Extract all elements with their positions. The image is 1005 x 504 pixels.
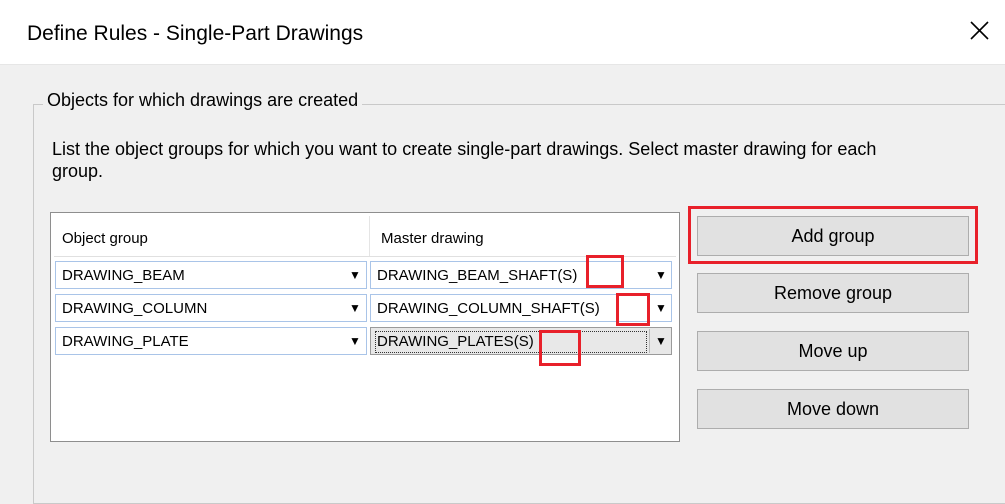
object-group-value: DRAWING_BEAM	[62, 267, 185, 284]
dropdown-arrow-icon[interactable]: ▼	[349, 301, 361, 315]
master-drawing-suffix: (S)	[579, 300, 600, 317]
object-group-value: DRAWING_PLATE	[62, 333, 189, 350]
dropdown-arrow-icon[interactable]: ▼	[349, 268, 361, 282]
master-drawing-suffix: (S)	[557, 267, 578, 284]
object-group-combo[interactable]: DRAWING_BEAM ▼	[55, 261, 367, 289]
master-drawing-text: DRAWING_BEAM_SHAFT(S)	[377, 267, 577, 284]
object-groups-grid: Object group Master drawing DRAWING_BEAM…	[50, 212, 680, 442]
grid-header: Object group Master drawing	[54, 216, 676, 257]
group-box-legend: Objects for which drawings are created	[43, 90, 363, 111]
add-group-highlight-box	[688, 206, 978, 264]
dropdown-arrow-icon[interactable]: ▼	[655, 301, 667, 315]
master-drawing-combo-focused[interactable]: DRAWING_PLATES(S) ▼	[370, 327, 672, 355]
group-description: List the object groups for which you wan…	[52, 139, 877, 181]
object-group-combo[interactable]: DRAWING_PLATE ▼	[55, 327, 367, 355]
remove-group-button[interactable]: Remove group	[697, 273, 969, 313]
dropdown-arrow-icon[interactable]: ▼	[349, 334, 361, 348]
object-group-combo[interactable]: DRAWING_COLUMN ▼	[55, 294, 367, 322]
suffix-highlight-box	[586, 255, 624, 288]
master-drawing-text: DRAWING_PLATES(S)	[377, 333, 534, 350]
suffix-highlight-box	[616, 293, 650, 326]
column-separator[interactable]	[369, 216, 370, 256]
column-header-master-drawing[interactable]: Master drawing	[381, 230, 484, 247]
master-drawing-suffix: (S)	[513, 333, 534, 350]
move-down-button[interactable]: Move down	[697, 389, 969, 429]
master-drawing-value: DRAWING_COLUMN_SHAFT	[377, 300, 580, 317]
grid-row-column: DRAWING_COLUMN ▼ DRAWING_COLUMN_SHAFT(S)…	[54, 293, 676, 323]
grid-row-plate: DRAWING_PLATE ▼ DRAWING_PLATES(S) ▼	[54, 326, 676, 356]
master-drawing-value: DRAWING_BEAM_SHAFT	[377, 267, 558, 284]
suffix-highlight-box	[539, 330, 581, 366]
master-drawing-combo[interactable]: DRAWING_BEAM_SHAFT(S) ▼	[370, 261, 672, 289]
window-title: Define Rules - Single-Part Drawings	[27, 22, 364, 45]
dropdown-arrow-icon[interactable]: ▼	[655, 334, 667, 348]
master-drawing-text: DRAWING_COLUMN_SHAFT(S)	[377, 300, 600, 317]
column-header-object-group[interactable]: Object group	[62, 230, 148, 247]
move-up-button[interactable]: Move up	[697, 331, 969, 371]
grid-row-beam: DRAWING_BEAM ▼ DRAWING_BEAM_SHAFT(S) ▼	[54, 260, 676, 290]
close-icon	[970, 21, 989, 40]
dropdown-arrow-icon[interactable]: ▼	[655, 268, 667, 282]
master-drawing-value: DRAWING_PLATES	[377, 333, 514, 350]
title-bar: Define Rules - Single-Part Drawings	[0, 0, 1005, 65]
object-group-value: DRAWING_COLUMN	[62, 300, 208, 317]
close-button[interactable]	[957, 9, 1001, 53]
